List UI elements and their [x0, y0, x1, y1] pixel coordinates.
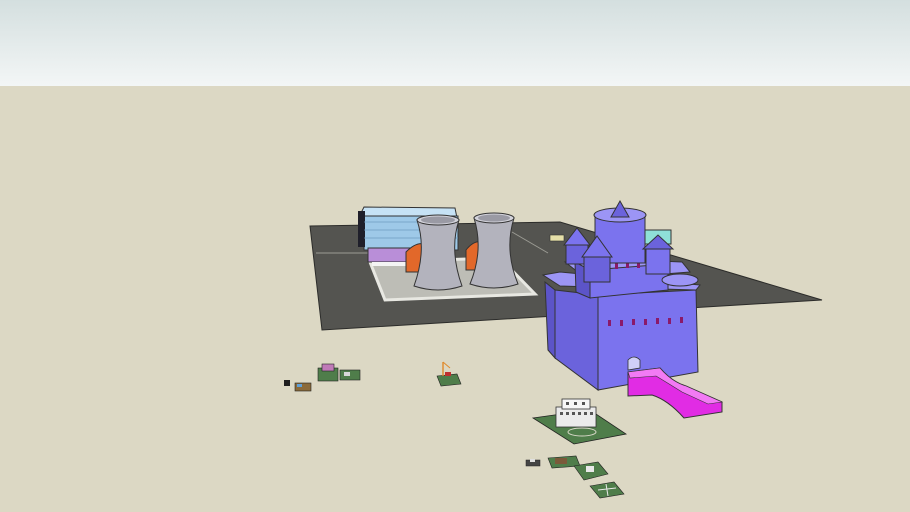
scene-canvas	[0, 0, 910, 512]
cooling-tower-left	[413, 214, 463, 291]
small-car	[549, 234, 565, 242]
3d-model-viewport[interactable]	[0, 0, 910, 512]
sky	[0, 0, 910, 86]
